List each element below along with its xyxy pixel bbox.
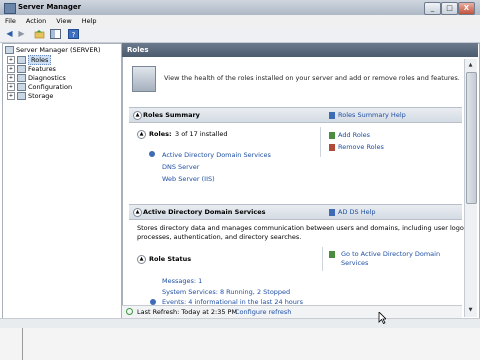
system-services-link[interactable]: System Services: 8 Running, 2 Stopped <box>162 288 290 296</box>
features-icon <box>17 65 26 73</box>
adds-actions: Go to Active Directory Domain Services <box>322 247 461 271</box>
goto-adds-link-line-2[interactable]: Services <box>341 259 368 267</box>
roles-count: 3 of 17 installed <box>175 130 228 138</box>
forward-arrow-icon[interactable]: ▶ <box>16 29 27 39</box>
back-arrow-icon[interactable]: ◀ <box>4 29 15 39</box>
expand-icon[interactable]: + <box>7 83 15 91</box>
tree-item-configuration[interactable]: + Configuration <box>7 83 72 92</box>
title-bar: Server Manager _ □ X <box>0 0 480 16</box>
toolbar: ◀ ▶ ? <box>0 27 480 43</box>
add-roles-icon <box>329 131 335 139</box>
adds-help-link[interactable]: AD DS Help <box>329 208 376 216</box>
tree-item-storage[interactable]: + Storage <box>7 92 53 101</box>
add-roles-link[interactable]: Add Roles <box>329 131 370 139</box>
expand-icon[interactable]: + <box>7 56 15 64</box>
help-icon[interactable]: ? <box>68 29 79 39</box>
desktop-area <box>0 328 480 360</box>
roles-icon <box>17 56 26 64</box>
expand-icon[interactable]: + <box>7 92 15 100</box>
roles-label: Roles: <box>149 130 172 138</box>
roles-server-icon <box>132 66 156 92</box>
role-link-adds[interactable]: Active Directory Domain Services <box>162 151 271 159</box>
role-link-dns[interactable]: DNS Server <box>162 163 199 171</box>
close-button[interactable]: X <box>458 2 475 15</box>
roles-summary-body: ▲ Roles: 3 of 17 installed Active Direct… <box>135 127 318 189</box>
mouse-cursor-icon <box>378 311 387 325</box>
menu-file[interactable]: File <box>0 15 21 25</box>
goto-adds-link-line-1[interactable]: Go to Active Directory Domain <box>341 250 440 258</box>
collapse-icon[interactable]: ▲ <box>137 130 146 139</box>
pane-title: Roles <box>127 46 149 54</box>
help-icon <box>329 111 335 119</box>
adds-header[interactable]: ▲ Active Directory Domain Services AD DS… <box>129 204 462 220</box>
roles-summary-title: Roles Summary <box>143 111 200 119</box>
configure-refresh-link[interactable]: Configure refresh <box>235 308 291 316</box>
expand-icon[interactable]: + <box>7 65 15 73</box>
roles-summary-header[interactable]: ▲ Roles Summary Roles Summary Help <box>129 107 462 123</box>
role-link-iis[interactable]: Web Server (IIS) <box>162 175 215 183</box>
configuration-icon <box>17 83 26 91</box>
divider <box>22 328 23 360</box>
minimize-button[interactable]: _ <box>424 2 441 15</box>
collapse-icon[interactable]: ▲ <box>133 111 142 120</box>
menu-action[interactable]: Action <box>21 15 51 25</box>
tree-item-server-manager[interactable]: Server Manager (SERVER) <box>5 46 100 55</box>
window-title: Server Manager <box>18 3 82 11</box>
collapse-icon[interactable]: ▲ <box>133 208 142 217</box>
scroll-up-icon[interactable]: ▲ <box>466 60 475 70</box>
refresh-status-bar: Last Refresh: Today at 2:35 PM Configure… <box>122 305 462 318</box>
messages-link[interactable]: Messages: 1 <box>162 277 202 285</box>
roles-actions: Add Roles Remove Roles <box>320 127 461 157</box>
scroll-down-icon[interactable]: ▼ <box>466 305 475 315</box>
adds-description-line-1: Stores directory data and manages commun… <box>137 224 468 232</box>
up-folder-icon[interactable] <box>34 29 45 39</box>
show-hide-tree-icon[interactable] <box>50 29 61 39</box>
expand-icon[interactable]: + <box>7 74 15 82</box>
collapse-icon[interactable]: ▲ <box>137 255 146 264</box>
adds-title: Active Directory Domain Services <box>143 208 266 216</box>
storage-icon <box>17 92 26 100</box>
svg-text:?: ? <box>72 31 76 39</box>
tree-item-roles[interactable]: + Roles <box>7 55 52 65</box>
server-manager-icon <box>4 3 16 14</box>
refresh-icon[interactable] <box>126 308 133 315</box>
tree-item-diagnostics[interactable]: + Diagnostics <box>7 74 66 83</box>
info-icon <box>149 151 155 157</box>
menu-bar: File Action View Help <box>0 15 480 27</box>
intro-text: View the health of the roles installed o… <box>164 74 460 82</box>
role-status-header[interactable]: ▲ Role Status <box>135 252 318 266</box>
maximize-button[interactable]: □ <box>441 2 458 15</box>
remove-roles-icon <box>329 143 335 151</box>
vertical-scrollbar[interactable]: ▲ ▼ <box>464 59 477 317</box>
scroll-thumb[interactable] <box>466 72 477 204</box>
help-icon <box>329 208 335 216</box>
pane-header: Roles <box>122 43 478 57</box>
goto-icon <box>329 251 335 258</box>
remove-roles-link[interactable]: Remove Roles <box>329 143 384 151</box>
diagnostics-icon <box>17 74 26 82</box>
last-refresh-text: Last Refresh: Today at 2:35 PM <box>137 308 238 316</box>
server-icon <box>5 46 14 54</box>
navigation-tree: Server Manager (SERVER) + Roles + Features… <box>2 43 122 320</box>
role-status-title: Role Status <box>149 255 192 263</box>
menu-view[interactable]: View <box>51 15 76 25</box>
roles-summary-help-link[interactable]: Roles Summary Help <box>329 111 406 119</box>
tree-item-features[interactable]: + Features <box>7 65 56 74</box>
adds-description-line-2: processes, authentication, and directory… <box>137 233 302 241</box>
menu-help[interactable]: Help <box>77 15 102 25</box>
